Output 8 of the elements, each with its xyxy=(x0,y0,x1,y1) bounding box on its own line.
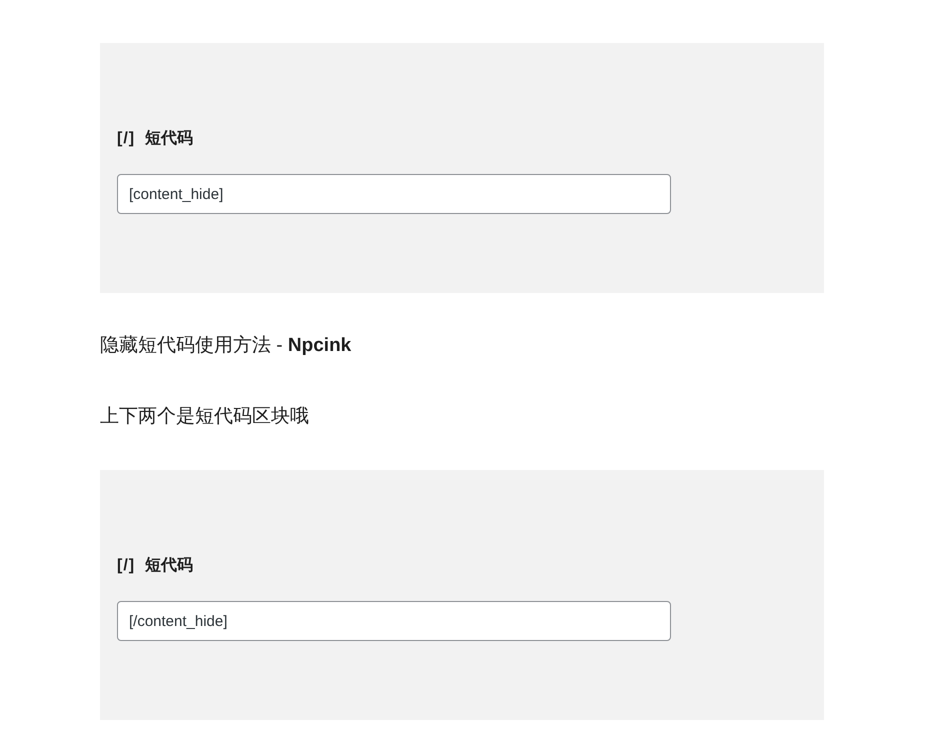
block-label: 短代码 xyxy=(145,128,194,149)
paragraph: 上下两个是短代码区块哦 xyxy=(100,405,310,429)
shortcode-field[interactable]: [/content_hide] xyxy=(117,601,671,641)
shortcode-icon: [/] xyxy=(117,127,136,151)
block-label: 短代码 xyxy=(145,556,194,576)
paragraph: 隐藏短代码使用方法 - Npcink xyxy=(100,334,352,358)
shortcode-field[interactable]: [content_hide] xyxy=(117,174,671,214)
shortcode-icon: [/] xyxy=(117,554,136,578)
